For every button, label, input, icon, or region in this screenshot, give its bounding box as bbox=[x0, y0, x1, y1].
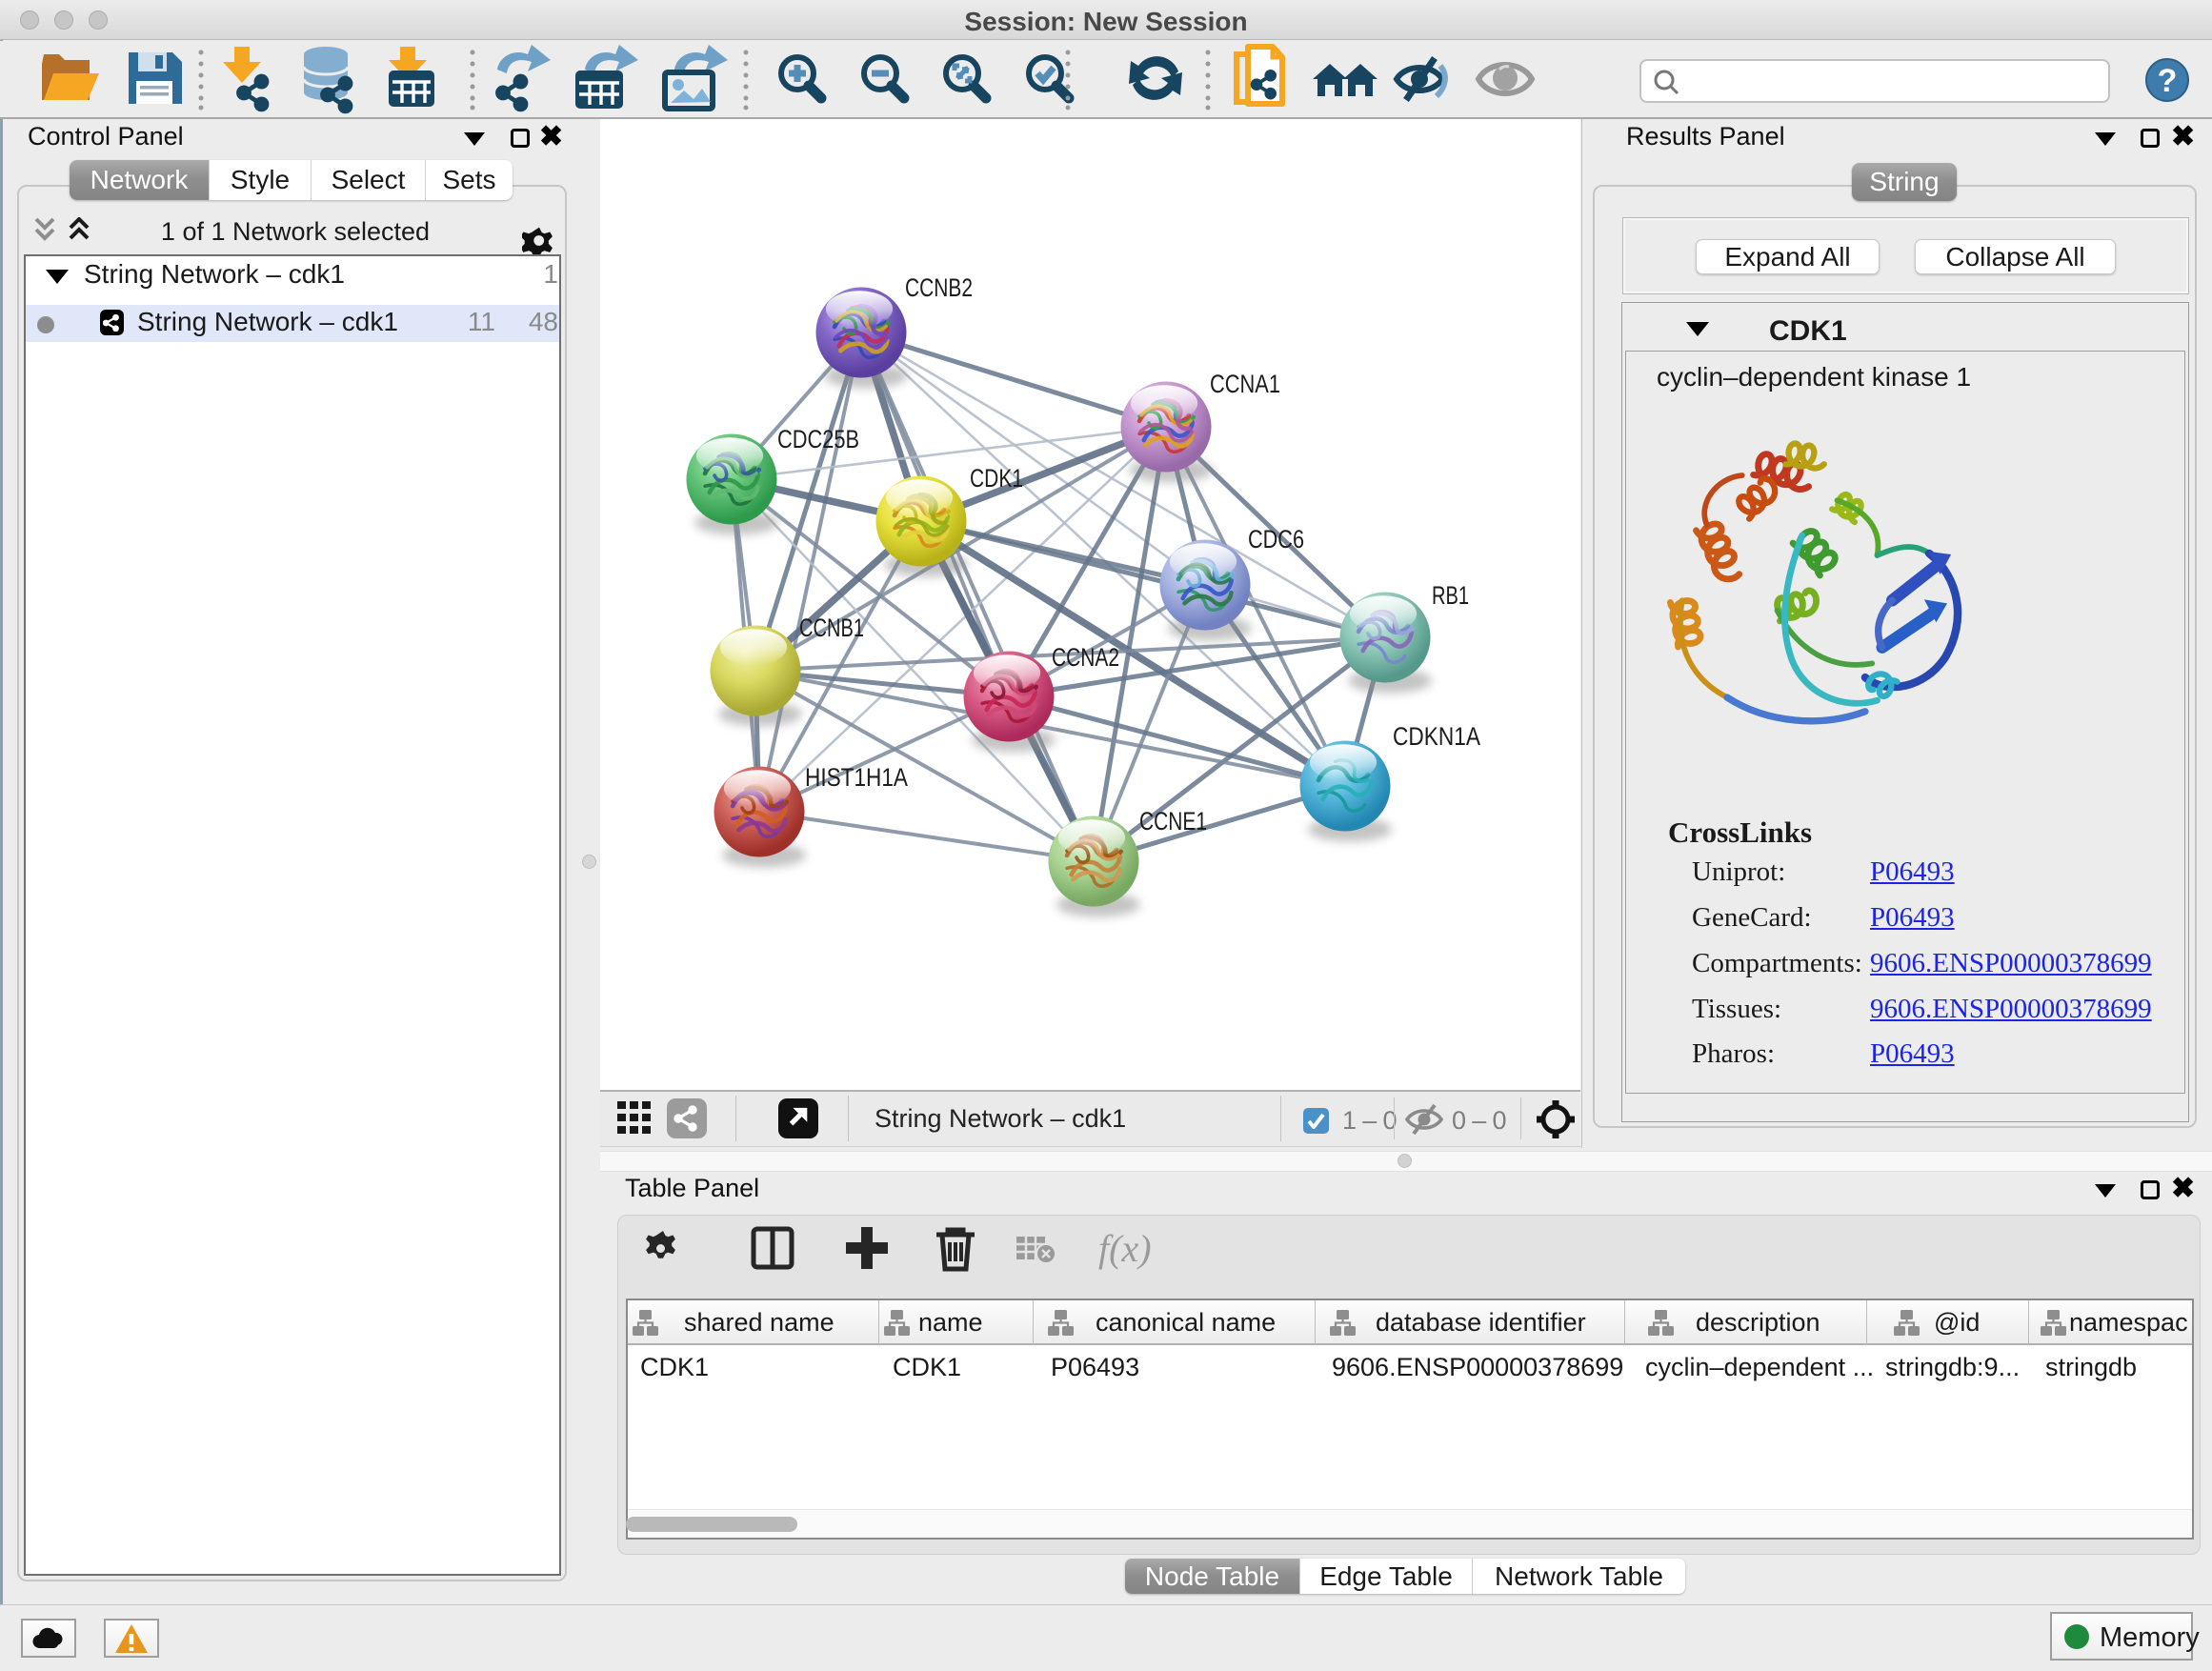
svg-text:RB1: RB1 bbox=[1432, 581, 1469, 610]
svg-text:CCNB1: CCNB1 bbox=[799, 614, 864, 642]
svg-text:CDC25B: CDC25B bbox=[777, 425, 859, 453]
svg-text:HIST1H1A: HIST1H1A bbox=[805, 763, 908, 792]
svg-text:CCNB2: CCNB2 bbox=[905, 273, 973, 302]
svg-text:CCNA1: CCNA1 bbox=[1210, 370, 1280, 398]
svg-text:CDC6: CDC6 bbox=[1248, 525, 1304, 554]
svg-text:CDK1: CDK1 bbox=[970, 464, 1023, 493]
svg-text:CDKN1A: CDKN1A bbox=[1393, 722, 1480, 751]
svg-text:f(x): f(x) bbox=[1098, 1227, 1152, 1270]
svg-text:CCNE1: CCNE1 bbox=[1139, 807, 1207, 836]
svg-text:CCNA2: CCNA2 bbox=[1052, 643, 1119, 672]
